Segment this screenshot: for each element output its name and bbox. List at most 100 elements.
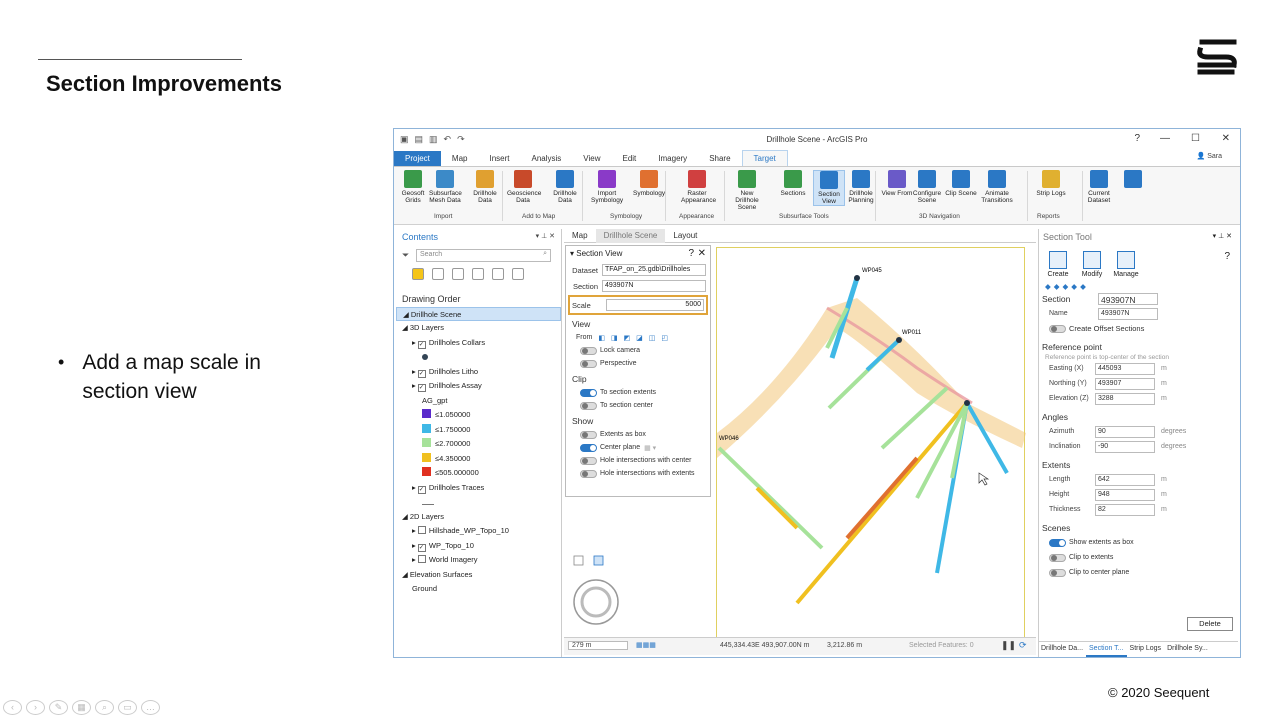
- layer-row[interactable]: ▸ ✓ Drillholes Assay: [396, 379, 561, 394]
- layer-row[interactable]: ◢ Drillhole Scene: [396, 306, 561, 321]
- selection-icon[interactable]: [452, 268, 464, 280]
- layer-row[interactable]: Ground: [396, 582, 561, 597]
- delete-button[interactable]: Delete: [1187, 617, 1233, 631]
- user-name[interactable]: 👤 Sara: [1197, 152, 1222, 160]
- slide-nav-controls[interactable]: ‹ › ✎ ▦ ⌕ ▭ …: [3, 700, 160, 715]
- elevation-input[interactable]: 3288: [1095, 392, 1155, 405]
- layer-row[interactable]: ◢ 2D Layers: [396, 510, 561, 525]
- next-slide-icon[interactable]: ›: [26, 700, 45, 715]
- ribbon-button-18[interactable]: [1117, 170, 1149, 190]
- section-tool-icons[interactable]: ◆◆◆◆◆: [1045, 282, 1238, 291]
- view-tab-1[interactable]: Drillhole Scene: [595, 229, 666, 243]
- create-button[interactable]: Create: [1045, 251, 1071, 278]
- clip-center-toggle[interactable]: [1049, 568, 1066, 577]
- tab-project[interactable]: Project: [394, 151, 441, 166]
- minimize-icon[interactable]: —: [1160, 133, 1170, 144]
- section-select[interactable]: 493907N: [602, 280, 706, 292]
- subtitle-icon[interactable]: ▭: [118, 700, 137, 715]
- offset-sections-toggle[interactable]: [1049, 324, 1066, 333]
- layer-row[interactable]: ◢ 3D Layers: [396, 321, 561, 336]
- modify-button[interactable]: Modify: [1079, 251, 1105, 278]
- manage-button[interactable]: Manage: [1113, 251, 1139, 278]
- layer-checkbox[interactable]: ✓: [417, 485, 426, 494]
- tab-analysis[interactable]: Analysis: [520, 151, 572, 166]
- tab-insert[interactable]: Insert: [478, 151, 520, 166]
- layer-row[interactable]: ▸ Hillshade_WP_Topo_10: [396, 524, 561, 539]
- layer-checkbox[interactable]: ✓: [417, 340, 426, 349]
- prev-slide-icon[interactable]: ‹: [3, 700, 22, 715]
- ribbon-button-14[interactable]: Clip Scene: [945, 170, 977, 197]
- bottom-tab-1[interactable]: Section T...: [1086, 642, 1127, 657]
- data-source-icon[interactable]: [432, 268, 444, 280]
- navigator-control[interactable]: [572, 554, 632, 634]
- height-input[interactable]: 948: [1095, 488, 1155, 501]
- thickness-input[interactable]: 82: [1095, 503, 1155, 516]
- azimuth-input[interactable]: 90: [1095, 425, 1155, 438]
- tab-view[interactable]: View: [572, 151, 611, 166]
- pane-controls[interactable]: ▾ ⊥ ✕: [536, 232, 555, 240]
- ribbon-button-15[interactable]: Animate Transitions: [981, 170, 1013, 204]
- length-input[interactable]: 642: [1095, 473, 1155, 486]
- plane-style-icon[interactable]: ▦ ▾: [644, 444, 656, 452]
- northing-input[interactable]: 493907: [1095, 377, 1155, 390]
- pen-icon[interactable]: ✎: [49, 700, 68, 715]
- ribbon-button-3[interactable]: Geoscience Data: [507, 170, 541, 204]
- labeling-icon[interactable]: [512, 268, 524, 280]
- help-icon[interactable]: ?: [688, 248, 694, 259]
- view-tab-0[interactable]: Map: [564, 229, 596, 243]
- easting-input[interactable]: 445093: [1095, 362, 1155, 375]
- bottom-tab-3[interactable]: Drillhole Sy...: [1164, 642, 1211, 657]
- show-extents-toggle[interactable]: [1049, 538, 1066, 547]
- scene-view[interactable]: WP045 WP011 WP046: [716, 247, 1026, 639]
- inclination-input[interactable]: -90: [1095, 440, 1155, 453]
- tab-target[interactable]: Target: [741, 150, 788, 166]
- scale-combo[interactable]: 279 m: [568, 641, 628, 650]
- pane-controls[interactable]: ▾ ⊥ ✕: [1213, 232, 1232, 240]
- layer-row[interactable]: ▸ ✓ Drillholes Traces: [396, 481, 561, 496]
- clip-extents-toggle[interactable]: [1049, 553, 1066, 562]
- layer-row[interactable]: ▸ World Imagery: [396, 553, 561, 568]
- pause-icon[interactable]: ❚❚: [1001, 640, 1016, 651]
- ribbon-button-7[interactable]: Raster Appearance: [681, 170, 716, 204]
- layer-row[interactable]: ◢ Elevation Surfaces: [396, 568, 561, 583]
- lock-camera-toggle[interactable]: [580, 346, 597, 355]
- ribbon-button-0[interactable]: Geosoft Grids: [397, 170, 429, 204]
- close-icon[interactable]: ✕: [1222, 133, 1230, 144]
- clip-center-toggle[interactable]: [580, 401, 597, 410]
- perspective-toggle[interactable]: [580, 359, 597, 368]
- ribbon-button-1[interactable]: Subsurface Mesh Data: [429, 170, 462, 204]
- layer-row[interactable]: ▸ ✓ WP_Topo_10: [396, 539, 561, 554]
- ribbon-button-11[interactable]: Drillhole Planning: [845, 170, 877, 204]
- editing-icon[interactable]: [472, 268, 484, 280]
- dataset-select[interactable]: TFAP_on_25.gdb\Drillholes: [602, 264, 706, 276]
- ribbon-button-9[interactable]: Sections: [777, 170, 809, 197]
- section-select[interactable]: 493907N: [1098, 292, 1158, 305]
- snapping-icon[interactable]: [492, 268, 504, 280]
- tab-map[interactable]: Map: [441, 151, 479, 166]
- drawing-order-icon[interactable]: [412, 268, 424, 280]
- view-tab-2[interactable]: Layout: [665, 229, 705, 243]
- tab-share[interactable]: Share: [698, 151, 741, 166]
- layer-checkbox[interactable]: [417, 526, 426, 534]
- ribbon-button-2[interactable]: Drillhole Data: [469, 170, 501, 204]
- ribbon-button-6[interactable]: Symbology: [633, 170, 665, 197]
- center-plane-toggle[interactable]: [580, 443, 597, 452]
- bottom-tab-0[interactable]: Drillhole Da...: [1038, 642, 1086, 657]
- tab-edit[interactable]: Edit: [611, 151, 647, 166]
- bottom-tab-2[interactable]: Strip Logs: [1127, 642, 1165, 657]
- refresh-icon[interactable]: ⟳: [1019, 640, 1027, 651]
- ribbon-button-12[interactable]: View From: [881, 170, 913, 197]
- zoom-icon[interactable]: ⌕: [95, 700, 114, 715]
- clip-extents-toggle[interactable]: [580, 388, 597, 397]
- name-input[interactable]: 493907N: [1098, 307, 1158, 320]
- more-icon[interactable]: …: [141, 700, 160, 715]
- layer-row[interactable]: ▸ ✓ Drillholes Litho: [396, 365, 561, 380]
- layer-checkbox[interactable]: ✓: [417, 543, 426, 552]
- ribbon-button-17[interactable]: Current Dataset: [1083, 170, 1115, 204]
- ribbon-button-8[interactable]: New Drillhole Scene: [731, 170, 763, 211]
- contents-search-input[interactable]: Search ⌕: [416, 249, 551, 262]
- filter-icon[interactable]: ⏷: [402, 250, 409, 261]
- scale-input[interactable]: 5000: [606, 299, 704, 311]
- tab-imagery[interactable]: Imagery: [647, 151, 698, 166]
- maximize-icon[interactable]: ☐: [1191, 133, 1200, 144]
